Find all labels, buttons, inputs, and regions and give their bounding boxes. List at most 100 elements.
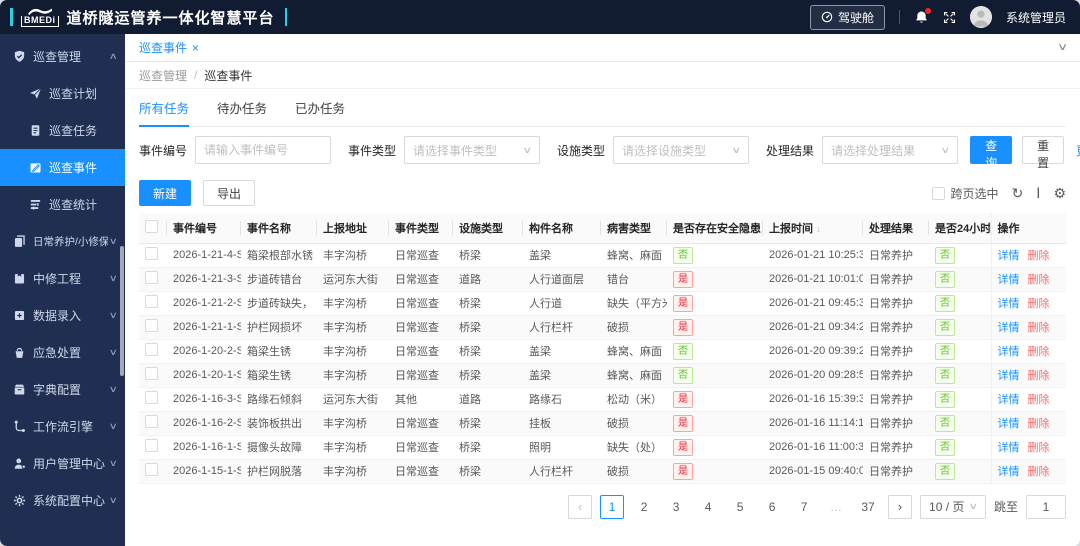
query-button[interactable]: 查询 [970, 136, 1013, 170]
avatar[interactable] [969, 6, 992, 28]
page-number[interactable]: 37 [856, 495, 880, 519]
page-number[interactable]: 4 [696, 495, 720, 519]
row-checkbox[interactable] [145, 439, 158, 452]
prev-page-button[interactable]: ‹ [568, 494, 593, 519]
row-checkbox[interactable] [145, 415, 158, 428]
danger-tag: 否 [673, 246, 693, 264]
delete-link[interactable]: 删除 [1028, 274, 1050, 286]
delete-link[interactable]: 删除 [1028, 370, 1050, 382]
sidebar-item[interactable]: 字典配置 ∨ [0, 371, 125, 408]
row-checkbox[interactable] [145, 271, 158, 284]
density-icon[interactable]: Ⅰ [1036, 186, 1040, 200]
notification-bell-icon[interactable] [914, 7, 931, 25]
more-link[interactable]: 更多 [1076, 142, 1080, 159]
detail-link[interactable]: 详情 [998, 298, 1020, 310]
chevron-down-icon: ∨ [109, 273, 119, 283]
cell-comp: 盖梁 [529, 370, 551, 382]
settings-gear-icon[interactable]: ⚙ [1053, 186, 1066, 200]
row-checkbox[interactable] [145, 367, 158, 380]
page-number[interactable]: 7 [792, 495, 816, 519]
row-checkbox[interactable] [145, 391, 158, 404]
new-button[interactable]: 新建 [139, 180, 192, 206]
export-button[interactable]: 导出 [203, 180, 256, 206]
danger-tag: 是 [673, 294, 693, 312]
reset-button[interactable]: 重置 [1022, 136, 1065, 170]
sort-down-icon[interactable]: ↓ [816, 224, 821, 235]
tab-todo-tasks[interactable]: 待办任务 [217, 98, 267, 126]
sidebar-item[interactable]: 巡查计划 [0, 75, 125, 112]
sidebar-item[interactable]: 巡查统计 [0, 186, 125, 223]
sidebar-item[interactable]: 用户管理中心 ∨ [0, 445, 125, 482]
detail-link[interactable]: 详情 [998, 394, 1020, 406]
open-tab-active[interactable]: 巡查事件 × [139, 39, 199, 56]
cross-page-checkbox[interactable] [931, 186, 945, 200]
detail-link[interactable]: 详情 [998, 274, 1020, 286]
username[interactable]: 系统管理员 [1006, 9, 1066, 26]
fullscreen-icon[interactable] [943, 11, 956, 24]
row-checkbox[interactable] [145, 463, 158, 476]
sidebar-item[interactable]: 巡查事件 [0, 149, 125, 186]
cell-disease: 蜂窝、麻面 [607, 346, 662, 358]
row-checkbox[interactable] [145, 295, 158, 308]
page-number[interactable]: 6 [760, 495, 784, 519]
chevron-down-icon: ∨ [109, 310, 119, 320]
result-label: 处理结果 [766, 143, 815, 158]
page-number[interactable]: 2 [632, 495, 656, 519]
cell-ftype: 桥梁 [459, 370, 481, 382]
row-checkbox[interactable] [145, 319, 158, 332]
delete-link[interactable]: 删除 [1028, 442, 1050, 454]
cell-disease: 破损 [607, 322, 629, 334]
cell-comp: 人行栏杆 [529, 322, 573, 334]
sidebar-item[interactable]: 应急处置 ∨ [0, 334, 125, 371]
page-number[interactable]: 1 [600, 494, 625, 519]
sidebar-item[interactable]: 巡查管理 ∧ [0, 38, 125, 75]
detail-link[interactable]: 详情 [998, 346, 1020, 358]
detail-link[interactable]: 详情 [998, 250, 1020, 262]
select-all-checkbox[interactable] [145, 219, 158, 233]
result-select[interactable]: 请选择处理结果 ∨ [822, 136, 959, 164]
column-header: 病害类型 [601, 213, 667, 244]
pagination: ‹ 1 2 3 4 5 6 7 … 37 › 10 / 页 ∨ 跳至 [139, 484, 1066, 530]
delete-link[interactable]: 删除 [1028, 466, 1050, 478]
breadcrumb-parent[interactable]: 巡查管理 [139, 67, 187, 84]
delete-link[interactable]: 删除 [1028, 322, 1050, 334]
tab-all-tasks[interactable]: 所有任务 [139, 98, 190, 127]
close-icon[interactable]: × [192, 41, 199, 55]
cell-name: 护栏网脱落 [247, 466, 302, 478]
detail-link[interactable]: 详情 [998, 466, 1020, 478]
sidebar-item[interactable]: 中修工程 ∨ [0, 260, 125, 297]
sidebar-item[interactable]: 日常养护/小修保养∨ [0, 223, 125, 260]
page-number[interactable]: 5 [728, 495, 752, 519]
row-checkbox[interactable] [145, 247, 158, 260]
delete-link[interactable]: 删除 [1028, 250, 1050, 262]
event-no-input[interactable] [195, 136, 332, 164]
sidebar-item[interactable]: 数据录入 ∨ [0, 297, 125, 334]
cell-result: 日常养护 [869, 370, 913, 382]
delete-link[interactable]: 删除 [1028, 418, 1050, 430]
tab-list-chevron-icon[interactable]: ∨ [1057, 42, 1068, 53]
sidebar-item[interactable]: 系统配置中心 ∨ [0, 482, 125, 519]
detail-link[interactable]: 详情 [998, 322, 1020, 334]
tab-done-tasks[interactable]: 已办任务 [295, 98, 345, 126]
h24-tag: 否 [935, 390, 955, 408]
delete-link[interactable]: 删除 [1028, 298, 1050, 310]
next-page-button[interactable]: › [888, 494, 913, 519]
refresh-icon[interactable]: ↻ [1012, 186, 1024, 200]
detail-link[interactable]: 详情 [998, 370, 1020, 382]
cell-no: 2026-1-16-1-SJ [173, 441, 241, 453]
sidebar-item[interactable]: 巡查任务 [0, 112, 125, 149]
row-checkbox[interactable] [145, 343, 158, 356]
page-number[interactable]: 3 [664, 495, 688, 519]
sidebar-scrollbar[interactable] [120, 246, 124, 376]
jump-page-input[interactable] [1026, 494, 1066, 519]
facility-type-select[interactable]: 请选择设施类型 ∨ [613, 136, 750, 164]
detail-link[interactable]: 详情 [998, 418, 1020, 430]
delete-link[interactable]: 删除 [1028, 394, 1050, 406]
page-size-select[interactable]: 10 / 页 ∨ [920, 494, 986, 519]
sidebar-item[interactable]: 工作流引擎 ∨ [0, 408, 125, 445]
event-type-select[interactable]: 请选择事件类型 ∨ [404, 136, 541, 164]
cell-addr: 丰字沟桥 [323, 298, 367, 310]
delete-link[interactable]: 删除 [1028, 346, 1050, 358]
detail-link[interactable]: 详情 [998, 442, 1020, 454]
cockpit-button[interactable]: 驾驶舱 [809, 4, 885, 30]
